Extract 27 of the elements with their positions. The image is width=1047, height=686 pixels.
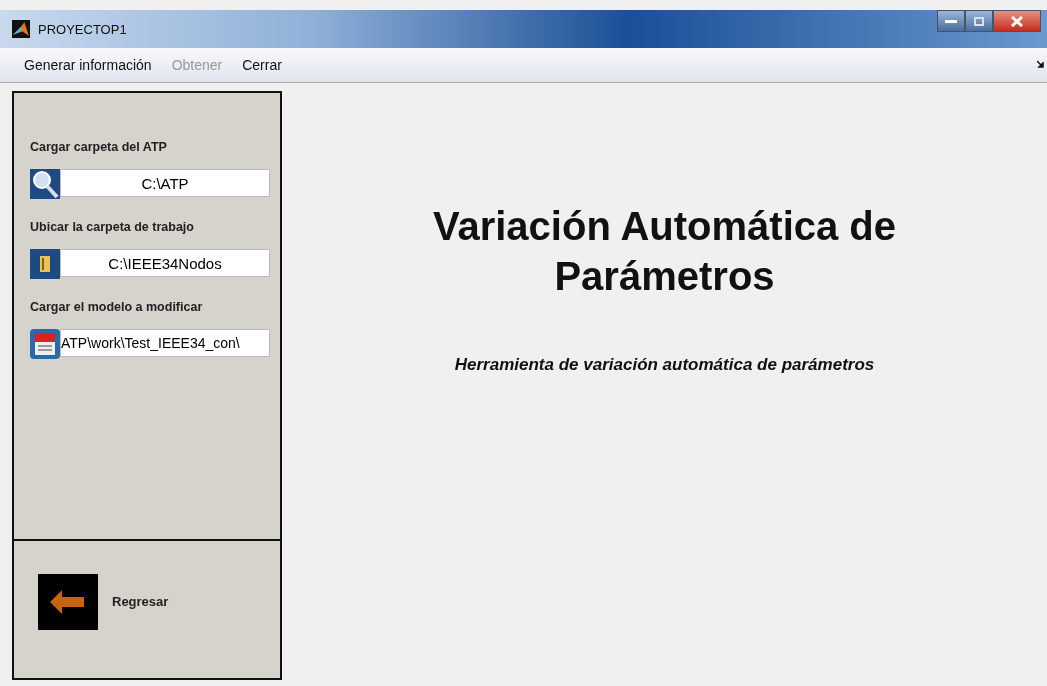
minimize-icon xyxy=(945,18,957,24)
close-icon xyxy=(1011,15,1023,27)
back-button[interactable] xyxy=(38,573,98,630)
maximize-icon xyxy=(974,16,984,26)
main-title: Variación Automática de Parámetros xyxy=(431,203,898,300)
dock-arrow-icon xyxy=(1037,60,1045,68)
subtitle: Herramienta de variación automática de parámetros xyxy=(454,355,875,375)
folder-button[interactable] xyxy=(30,249,60,279)
section-label: Cargar el modelo a modificar xyxy=(30,300,203,314)
section-label: Ubicar la carpeta de trabajo xyxy=(30,220,194,234)
section-label: Cargar carpeta del ATP xyxy=(30,140,167,154)
path-field[interactable]: ATP\work\Test_IEEE34_con\ xyxy=(60,329,270,357)
maximize-button[interactable] xyxy=(965,10,993,32)
app-logo-icon xyxy=(12,20,30,38)
menu-item[interactable]: Generar información xyxy=(24,57,152,73)
file-button[interactable] xyxy=(30,329,60,359)
minimize-button[interactable] xyxy=(937,10,965,32)
close-button[interactable] xyxy=(993,10,1041,32)
back-label: Regresar xyxy=(112,594,169,609)
search-button[interactable] xyxy=(30,169,60,199)
folder-icon xyxy=(30,249,60,279)
window-title: PROYECTOP1 xyxy=(38,21,127,37)
document-icon xyxy=(30,329,60,359)
search-icon xyxy=(30,169,60,199)
path-field[interactable]: C:\IEEE34Nodos xyxy=(60,249,270,277)
path-field[interactable]: C:\ATP xyxy=(60,169,270,197)
menu-item[interactable]: Cerrar xyxy=(242,57,282,73)
